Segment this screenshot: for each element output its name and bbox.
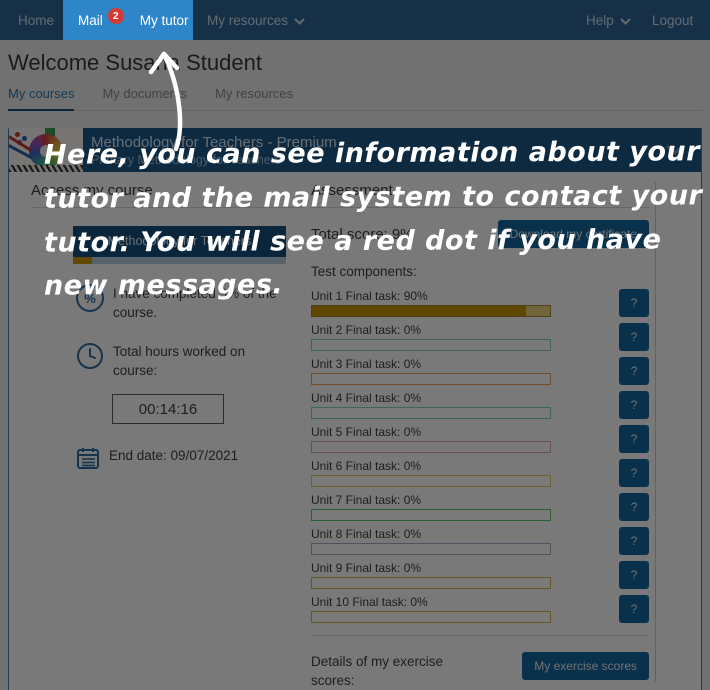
nav-my-tutor-label: My tutor — [140, 13, 189, 28]
tutorial-dim-overlay — [0, 0, 710, 690]
tutorial-text-line: tutor and the mail system to contact you… — [44, 180, 702, 214]
tutorial-text-line: tutor. You will see a red dot if you hav… — [44, 224, 661, 258]
tutorial-text-line: new messages. — [44, 269, 283, 301]
mail-unread-badge: 2 — [108, 8, 124, 24]
nav-highlight-group: Mail 2 My tutor — [63, 0, 193, 40]
nav-mail-label: Mail — [78, 13, 103, 28]
app-window: Home My resources Help Logout Mail 2 My … — [0, 0, 710, 690]
nav-my-tutor[interactable]: My tutor — [140, 13, 189, 28]
nav-mail[interactable]: Mail 2 — [78, 12, 124, 28]
tutorial-arrow-icon — [140, 45, 200, 162]
